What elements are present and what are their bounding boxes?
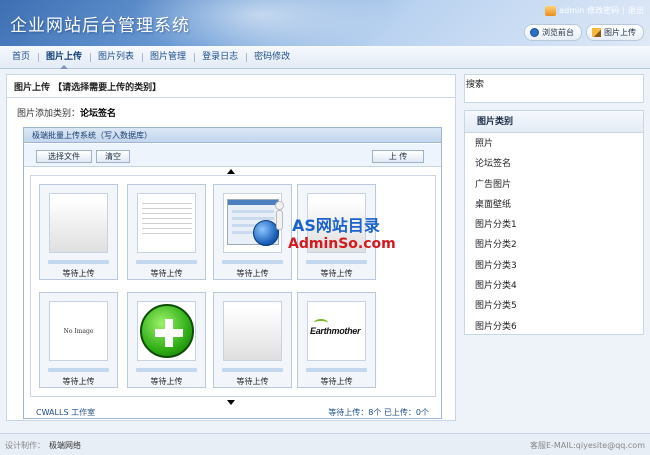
upload-tile[interactable]: 等待上传 [213, 292, 292, 388]
main-nav: 首页 图片上传 图片列表 图片管理 登录日志 密码修改 [0, 46, 650, 69]
separator: | [622, 6, 625, 15]
upload-tile[interactable]: 等待上传 [127, 292, 206, 388]
no-image-text: No Image [63, 328, 94, 335]
tile-status: 等待上传 [150, 269, 183, 278]
header: 企业网站后台管理系统 admin 修改密码 | 退出 浏览前台 图片上传 [0, 0, 650, 46]
progress-bar [306, 368, 367, 372]
upload-tile[interactable]: 等待上传 [39, 184, 118, 280]
uploader-toolbar: 选择文件 清空 上 传 [24, 144, 441, 167]
scroll-down-arrow-icon[interactable] [227, 400, 235, 405]
page-title: 图片上传 【请选择需要上传的类别】 [14, 80, 161, 93]
plus-vertical [165, 319, 173, 347]
thumbnail-logo: Earthmother [307, 301, 366, 361]
logout-link[interactable]: 退出 [628, 5, 644, 16]
header-upload-label: 图片上传 [604, 28, 636, 37]
tile-status: 等待上传 [320, 377, 353, 386]
category-item[interactable]: 图片分类6 [475, 321, 517, 341]
person-figure-icon [270, 201, 288, 233]
icons-sheet-pattern [142, 200, 192, 238]
uploader-footer: CWALLS 工作室 等待上传：8个 已上传：0个 [24, 406, 441, 418]
user-icon [545, 5, 557, 16]
pencil-icon [592, 28, 601, 37]
search-panel[interactable]: 搜索 [464, 74, 644, 103]
upload-counter: 等待上传：8个 已上传：0个 [328, 408, 429, 417]
category-panel: 图片类别 照片 论坛签名 广告图片 桌面壁纸 图片分类1 图片分类2 图片分类3… [464, 110, 644, 335]
thumbnail-icons-sheet [137, 193, 196, 253]
username: admin [559, 6, 585, 15]
logo-text: Earthmother [310, 326, 361, 336]
upload-button[interactable]: 上 传 [372, 150, 424, 163]
uploader-header: 极端批量上传系统（写入数据库） [24, 128, 441, 143]
category-item[interactable]: 广告图片 [475, 179, 517, 199]
progress-bar [222, 260, 283, 264]
app-title: 企业网站后台管理系统 [10, 16, 190, 36]
tile-status: 等待上传 [320, 269, 353, 278]
watermark-title: AS网站目录 [292, 216, 380, 235]
design-value: 极端网络 [49, 441, 81, 450]
category-item[interactable]: 图片分类3 [475, 260, 517, 280]
figure-body [276, 210, 283, 230]
category-list: 照片 论坛签名 广告图片 桌面壁纸 图片分类1 图片分类2 图片分类3 图片分类… [475, 138, 517, 341]
thumbnail-blank [223, 301, 282, 361]
change-password-link[interactable]: 修改密码 [587, 5, 619, 16]
progress-bar [306, 260, 367, 264]
preview-site-label: 浏览前台 [542, 28, 574, 37]
footer: 设计制作： 极端网络 客服E-MAIL:qiyesite@qq.com [0, 433, 650, 455]
design-label: 设计制作： [5, 441, 45, 450]
upload-tile[interactable]: No Image 等待上传 [39, 292, 118, 388]
progress-bar [48, 368, 109, 372]
tile-status: 等待上传 [236, 269, 269, 278]
scroll-up-arrow-icon[interactable] [227, 169, 235, 174]
category-item[interactable]: 图片分类5 [475, 300, 517, 320]
watermark-domain: AdminSo.com [288, 236, 396, 252]
divider [7, 97, 455, 98]
green-plus-icon [140, 304, 194, 358]
upload-tile[interactable]: 等待上传 [127, 184, 206, 280]
nav-image-manage[interactable]: 图片管理 [142, 46, 194, 69]
design-credit: 设计制作： 极端网络 [5, 440, 81, 451]
category-item[interactable]: 照片 [475, 138, 517, 158]
figure-head [275, 201, 284, 210]
nav-login-log[interactable]: 登录日志 [194, 46, 246, 69]
category-value: 论坛签名 [80, 109, 117, 119]
category-panel-title: 图片类别 [465, 111, 643, 133]
nav-image-list[interactable]: 图片列表 [90, 46, 142, 69]
progress-bar [136, 368, 197, 372]
header-upload-button[interactable]: 图片上传 [586, 24, 644, 41]
tile-status: 等待上传 [62, 269, 95, 278]
preview-site-button[interactable]: 浏览前台 [524, 24, 582, 41]
upload-tile[interactable]: Earthmother 等待上传 [297, 292, 376, 388]
category-line: 图片添加类别：论坛签名 [17, 106, 116, 119]
category-item[interactable]: 论坛签名 [475, 158, 517, 178]
thumbnail-blank [49, 193, 108, 253]
tile-status: 等待上传 [150, 377, 183, 386]
page-title-hint: 【请选择需要上传的类别】 [53, 83, 162, 93]
select-files-button[interactable]: 选择文件 [36, 150, 92, 163]
page-title-text: 图片上传 [14, 83, 51, 93]
search-label: 搜索 [466, 80, 485, 90]
progress-bar [136, 260, 197, 264]
thumbnail-no-image: No Image [49, 301, 108, 361]
progress-bar [48, 260, 109, 264]
studio-credit: CWALLS 工作室 [36, 408, 96, 417]
category-label: 图片添加类别： [17, 109, 81, 119]
tile-status: 等待上传 [62, 377, 95, 386]
nav-home[interactable]: 首页 [4, 46, 38, 69]
user-bar: admin 修改密码 | 退出 [545, 5, 644, 16]
category-item[interactable]: 桌面壁纸 [475, 199, 517, 219]
globe-icon [530, 28, 539, 37]
batch-uploader: 极端批量上传系统（写入数据库） 选择文件 清空 上 传 等待上传 等待上传 等待… [23, 127, 442, 419]
category-item[interactable]: 图片分类2 [475, 239, 517, 259]
clear-button[interactable]: 清空 [96, 150, 130, 163]
category-item[interactable]: 图片分类4 [475, 280, 517, 300]
tile-status: 等待上传 [236, 377, 269, 386]
watermark-logo: AS网站目录 AdminSo.com [250, 199, 410, 259]
contact-email: 客服E-MAIL:qiyesite@qq.com [529, 441, 645, 450]
nav-image-upload[interactable]: 图片上传 [38, 46, 90, 69]
thumbnail-green-plus [137, 301, 196, 361]
category-item[interactable]: 图片分类1 [475, 219, 517, 239]
nav-change-password[interactable]: 密码修改 [246, 46, 298, 69]
progress-bar [222, 368, 283, 372]
